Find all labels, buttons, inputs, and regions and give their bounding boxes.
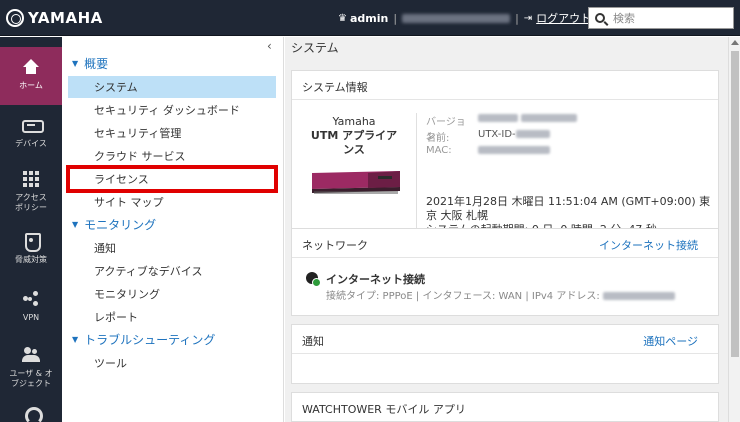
name-label: 名前:	[426, 133, 450, 144]
brand-name: YAMAHA	[28, 9, 103, 27]
main-content: システム システム情報 Yamaha UTM アプライアンス バージョン: 名前…	[285, 37, 728, 422]
redacted-hostname	[402, 13, 511, 23]
globe-status-icon	[306, 272, 321, 287]
rail-item-vpn[interactable]: VPN	[0, 291, 62, 331]
product-brand: Yamaha	[332, 115, 376, 128]
left-rail: ホーム デバイス アクセス ポリシー 脅威対策 VPN ユーザ & オブジェクト	[0, 37, 62, 422]
rail-item-users[interactable]: ユーザ & オブジェクト	[0, 347, 62, 393]
card-heading: 通知	[302, 335, 324, 348]
separator: |	[393, 11, 398, 25]
separator: |	[515, 11, 519, 25]
shield-icon	[22, 233, 41, 252]
caret-down-icon: ▼	[72, 219, 79, 229]
rail-item-device[interactable]: デバイス	[0, 117, 62, 157]
rail-label: ユーザ & オブジェクト	[9, 369, 53, 388]
nav-group-label: モニタリング	[84, 217, 157, 232]
settings-icon	[22, 405, 43, 422]
rail-label: デバイス	[15, 139, 47, 148]
nav-item-tools[interactable]: ツール	[68, 352, 276, 374]
rail-item-access-policy[interactable]: アクセス ポリシー	[0, 171, 62, 215]
search-box[interactable]	[588, 7, 734, 29]
device-icon	[22, 117, 44, 133]
rail-item-more[interactable]	[0, 405, 62, 422]
scroll-up-arrow-icon[interactable]	[731, 40, 739, 45]
nav-item-license[interactable]: ライセンス	[66, 165, 278, 193]
yamaha-logo[interactable]: YAMAHA	[6, 8, 103, 28]
nav-item-system[interactable]: システム	[68, 76, 276, 98]
network-icon	[22, 291, 40, 307]
card-heading: システム情報	[302, 81, 368, 94]
divider	[292, 353, 718, 354]
divider	[416, 113, 417, 241]
rail-label: アクセス ポリシー	[15, 193, 47, 212]
name-prefix: UTX-ID-	[478, 129, 516, 140]
nav-panel: ‹ ▼ 概要 システム セキュリティ ダッシュボード セキュリティ管理 クラウド…	[62, 37, 284, 422]
nav-item-report[interactable]: レポート	[68, 306, 276, 328]
mac-label: MAC:	[426, 145, 452, 156]
notification-card: 通知 通知ページ	[291, 324, 719, 384]
name-value: UTX-ID-	[478, 129, 550, 144]
rail-item-home[interactable]: ホーム	[0, 47, 62, 105]
scrollbar[interactable]	[728, 37, 740, 422]
notification-page-link[interactable]: 通知ページ	[643, 333, 698, 349]
nav-group-overview[interactable]: ▼ 概要	[72, 54, 108, 72]
crown-icon: ♛	[338, 12, 347, 24]
scroll-thumb[interactable]	[731, 51, 739, 357]
nav-item-cloud-service[interactable]: クラウド サービス	[68, 145, 276, 167]
nav-item-security-management[interactable]: セキュリティ管理	[68, 122, 276, 144]
logout-link[interactable]: ログアウト	[536, 10, 591, 26]
grid-icon	[22, 171, 40, 187]
yamaha-emblem-icon	[6, 9, 24, 27]
top-bar: YAMAHA ♛ admin | | ⇥ ログアウト |	[0, 0, 740, 36]
name-row: 名前: UTX-ID-	[426, 129, 550, 144]
nav-item-site-map[interactable]: サイト マップ	[68, 191, 276, 213]
page-title: システム	[291, 41, 339, 55]
product-name: Yamaha UTM アプライアンス	[306, 115, 402, 157]
internet-connection-link[interactable]: インターネット接続	[599, 237, 698, 253]
rail-label: 脅威対策	[15, 255, 47, 264]
nav-item-monitoring[interactable]: モニタリング	[68, 283, 276, 305]
connection-detail: 接続タイプ: PPPoE | インタフェース: WAN | IPv4 アドレス:	[326, 287, 675, 302]
search-input[interactable]	[613, 11, 723, 25]
nav-item-active-devices[interactable]: アクティブなデバイス	[68, 260, 276, 282]
user-area: ♛ admin | | ⇥ ログアウト |	[338, 10, 605, 26]
nav-group-monitoring[interactable]: ▼ モニタリング	[72, 215, 156, 233]
caret-down-icon: ▼	[72, 58, 79, 68]
nav-group-troubleshooting[interactable]: ▼ トラブルシューティング	[72, 330, 215, 348]
home-icon	[22, 59, 40, 75]
collapse-chevron-icon[interactable]: ‹	[267, 39, 272, 53]
users-icon	[22, 347, 40, 363]
card-heading: ネットワーク	[302, 239, 368, 252]
nav-item-notification[interactable]: 通知	[68, 237, 276, 259]
card-heading: WATCHTOWER モバイル アプリ	[302, 403, 466, 416]
rail-label: VPN	[22, 313, 40, 322]
search-icon[interactable]	[595, 13, 605, 23]
appliance-image	[312, 171, 400, 194]
divider	[292, 99, 718, 100]
connection-status: インターネット接続	[326, 273, 425, 286]
user-name[interactable]: admin	[350, 12, 388, 25]
mac-value	[478, 145, 550, 156]
watchtower-card: WATCHTOWER モバイル アプリ	[291, 392, 719, 422]
product-model: UTM アプライアンス	[310, 129, 398, 156]
caret-down-icon: ▼	[72, 334, 79, 344]
system-datetime: 2021年1月28日 木曜日 11:51:04 AM (GMT+09:00) 東…	[426, 195, 711, 222]
network-card: ネットワーク インターネット接続 インターネット接続 接続タイプ: PPPoE …	[291, 228, 719, 316]
rail-item-threat[interactable]: 脅威対策	[0, 233, 62, 273]
connection-detail-text: 接続タイプ: PPPoE | インタフェース: WAN | IPv4 アドレス:	[326, 291, 600, 302]
logout-icon[interactable]: ⇥	[524, 13, 532, 24]
divider	[292, 257, 718, 258]
mac-row: MAC:	[426, 145, 550, 156]
system-info-card: システム情報 Yamaha UTM アプライアンス バージョン: 名前: UTX…	[291, 70, 719, 251]
nav-group-label: トラブルシューティング	[84, 332, 216, 347]
nav-group-label: 概要	[84, 56, 109, 71]
nav-item-security-dashboard[interactable]: セキュリティ ダッシュボード	[68, 99, 276, 121]
rail-label: ホーム	[19, 81, 43, 90]
